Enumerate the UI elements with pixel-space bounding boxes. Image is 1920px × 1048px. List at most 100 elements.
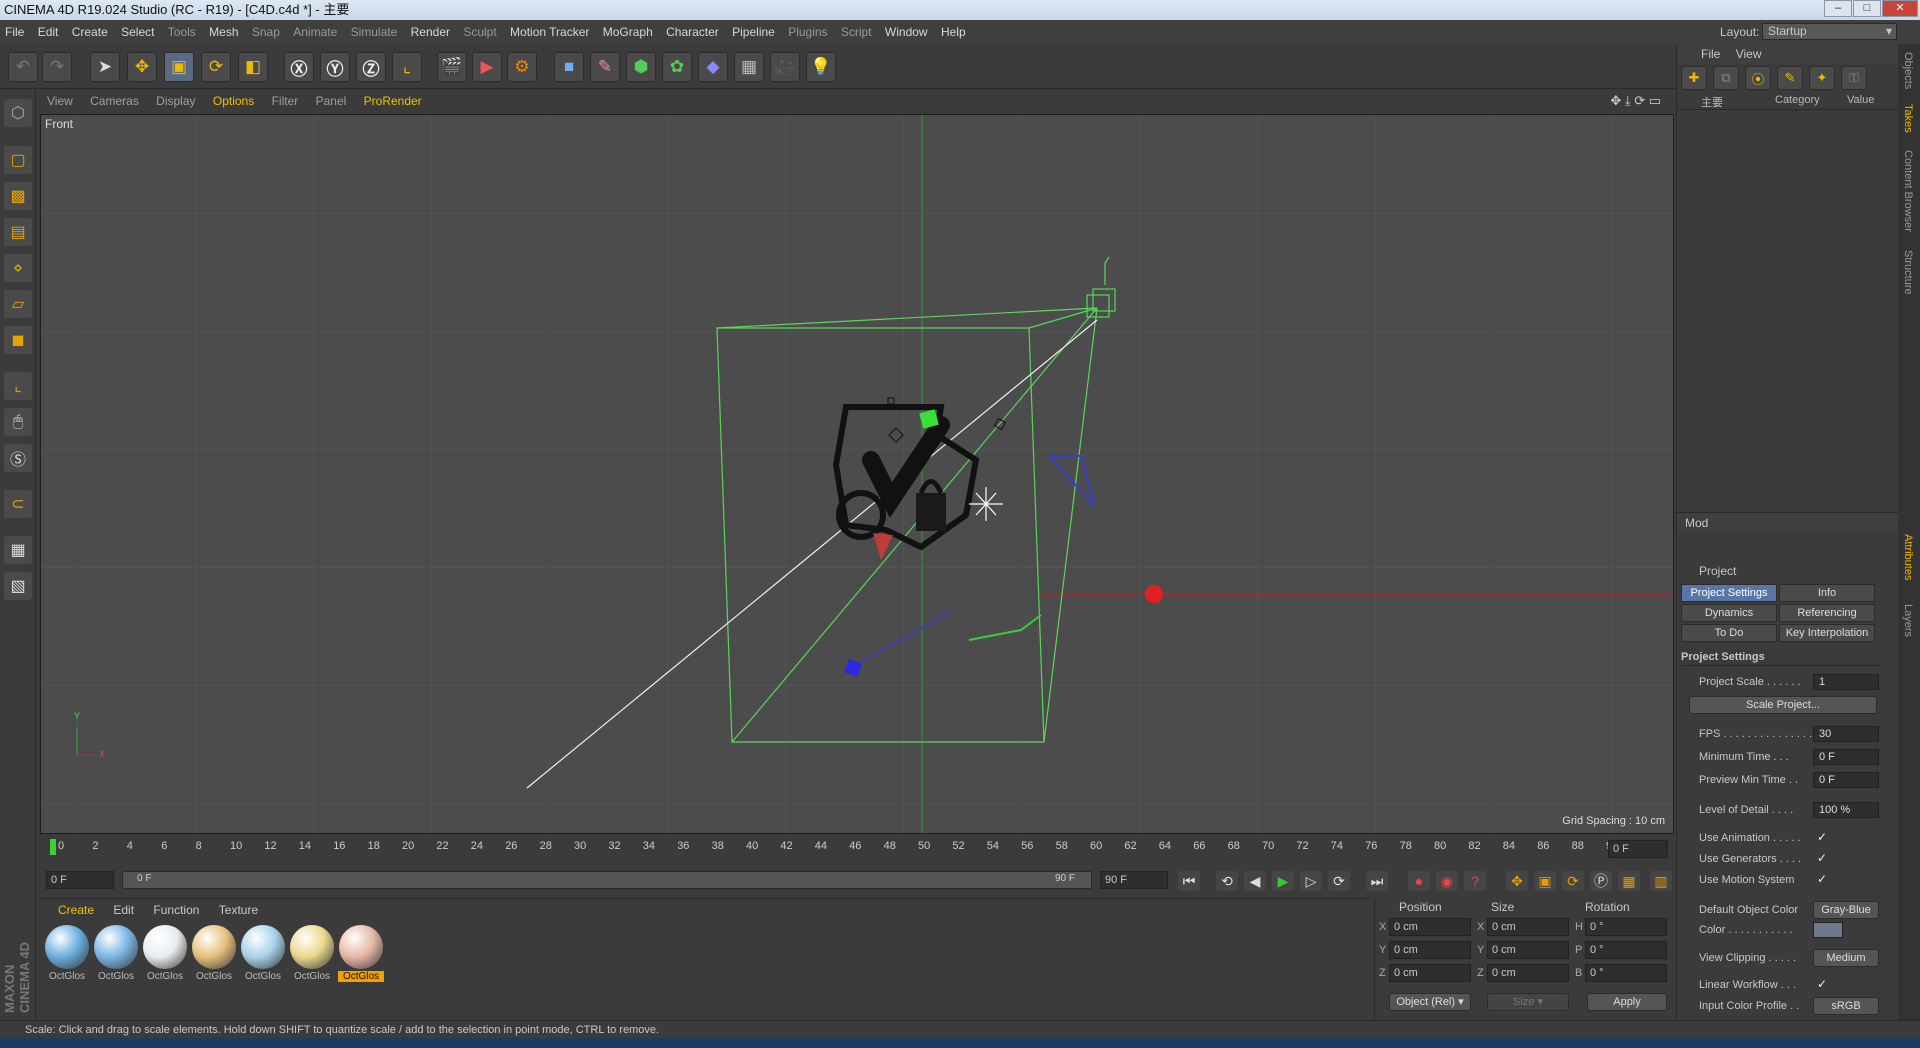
coord-pos-field[interactable]: 0 cm (1389, 964, 1471, 982)
range-end-field[interactable]: 90 F (1100, 871, 1168, 889)
coordinate-system-icon[interactable]: ⌞ (392, 52, 422, 82)
key-rotation-icon[interactable]: ⟳ (1562, 871, 1584, 891)
tab-to-do[interactable]: To Do (1681, 624, 1777, 642)
menu-character[interactable]: Character (666, 25, 719, 39)
use-generators-checkbox[interactable]: ✓ (1817, 851, 1827, 865)
side-tab-content-browser[interactable]: Content Browser (1902, 150, 1914, 232)
z-axis-icon[interactable]: Ⓩ (356, 52, 386, 82)
material-menu-texture[interactable]: Texture (219, 903, 258, 917)
menu-animate[interactable]: Animate (293, 25, 337, 39)
material-swatch[interactable]: OctGlos (240, 925, 286, 982)
side-tab-attributes[interactable]: Attributes (1902, 534, 1914, 580)
viewport-menu-filter[interactable]: Filter (272, 94, 299, 108)
use-motion-system-checkbox[interactable]: ✓ (1817, 872, 1827, 886)
menu-script[interactable]: Script (841, 25, 872, 39)
viewport-menu-prorender[interactable]: ProRender (364, 94, 422, 108)
key-pla-icon[interactable]: ▦ (1618, 871, 1640, 891)
take-lock-icon[interactable]: ⚿ (1841, 66, 1867, 90)
render-picture-viewer-icon[interactable]: ▶ (472, 52, 502, 82)
rotate-icon[interactable]: ⟳ (201, 52, 231, 82)
minimum-time-field[interactable]: 0 F (1813, 749, 1879, 765)
x-handle[interactable] (1145, 585, 1163, 603)
pen-spline-icon[interactable]: ✎ (590, 52, 620, 82)
floor-icon[interactable]: ▦ (734, 52, 764, 82)
menu-simulate[interactable]: Simulate (351, 25, 398, 39)
viewport-menu-display[interactable]: Display (156, 94, 195, 108)
take-add-icon[interactable]: ✚ (1681, 66, 1707, 90)
project-scale-field[interactable]: 1 (1813, 674, 1879, 690)
goto-start-icon[interactable]: ⏮ (1178, 871, 1200, 891)
current-frame-field[interactable]: 0 F (1608, 840, 1668, 858)
timeline-ruler[interactable]: 0 2 4 6 8 10 12 14 16 18 20 22 24 26 28 30 32 34 36 38 40 42 4… (40, 836, 1674, 860)
subdivision-icon[interactable]: ⬢ (626, 52, 656, 82)
range-start-field[interactable]: 0 F (46, 871, 114, 889)
menu-mesh[interactable]: Mesh (209, 25, 238, 39)
menu-plugins[interactable]: Plugins (788, 25, 827, 39)
material-swatch[interactable]: OctGlos (191, 925, 237, 982)
menu-tools[interactable]: Tools (168, 25, 196, 39)
camera-icon[interactable]: 🎥 (770, 52, 800, 82)
close-button[interactable]: ✕ (1882, 0, 1918, 17)
mograph-cloner-icon[interactable]: ✿ (662, 52, 692, 82)
menu-file[interactable]: File (5, 25, 24, 39)
take-auto-icon[interactable]: ✎ (1777, 66, 1803, 90)
tab-key-interpolation[interactable]: Key Interpolation (1779, 624, 1875, 642)
key-scale-icon[interactable]: ▣ (1534, 871, 1556, 891)
redo-icon[interactable]: ↷ (42, 52, 72, 82)
texture-mode-icon[interactable]: ▩ (4, 182, 32, 210)
tweak-icon[interactable]: 🖱 (4, 408, 32, 436)
coord-rot-field[interactable]: 0 ° (1585, 918, 1667, 936)
solo-icon[interactable]: Ⓢ (4, 444, 32, 472)
record-icon[interactable]: ● (1408, 871, 1430, 891)
coord-pos-field[interactable]: 0 cm (1389, 941, 1471, 959)
side-tab-objects[interactable]: Objects (1902, 52, 1914, 89)
use-animation-checkbox[interactable]: ✓ (1817, 830, 1827, 844)
default-object-color-select[interactable]: Gray-Blue (1813, 901, 1879, 919)
prev-frame-icon[interactable]: ◀ (1244, 871, 1266, 891)
coord-size-field[interactable]: 0 cm (1487, 941, 1569, 959)
prev-key-icon[interactable]: ⟲ (1216, 871, 1238, 891)
key-parameter-icon[interactable]: Ⓟ (1590, 871, 1612, 891)
menu-render[interactable]: Render (411, 25, 450, 39)
timeline-window-icon[interactable]: ▥ (1650, 871, 1672, 891)
y-axis-icon[interactable]: Ⓨ (320, 52, 350, 82)
tab-project-settings[interactable]: Project Settings (1681, 584, 1777, 602)
preview-min-time-field[interactable]: 0 F (1813, 772, 1879, 788)
model-mode-icon[interactable]: ▢ (4, 146, 32, 174)
level-of-detail-field[interactable]: 100 % (1813, 802, 1879, 818)
next-frame-icon[interactable]: ▷ (1300, 871, 1322, 891)
autokey-icon[interactable]: ◉ (1436, 871, 1458, 891)
menu-create[interactable]: Create (72, 25, 108, 39)
select-arrow-icon[interactable]: ➤ (90, 52, 120, 82)
scale-icon[interactable]: ▣ (164, 52, 194, 82)
menu-edit[interactable]: Edit (38, 25, 59, 39)
menu-window[interactable]: Window (885, 25, 928, 39)
move-icon[interactable]: ✥ (127, 52, 157, 82)
snap-magnet-icon[interactable]: ⊂ (4, 490, 32, 518)
undo-icon[interactable]: ↶ (8, 52, 38, 82)
viewport-menu-view[interactable]: View (47, 94, 73, 108)
material-menu-function[interactable]: Function (153, 903, 199, 917)
menu-snap[interactable]: Snap (252, 25, 280, 39)
menu-select[interactable]: Select (121, 25, 154, 39)
take-render-icon[interactable]: ✦ (1809, 66, 1835, 90)
render-view-icon[interactable]: 🎬 (437, 52, 467, 82)
color-swatch[interactable] (1813, 922, 1843, 938)
material-swatch[interactable]: OctGlos (338, 925, 384, 982)
light-icon[interactable]: 💡 (806, 52, 836, 82)
layout-select[interactable]: Startup ▾ (1762, 23, 1897, 40)
key-position-icon[interactable]: ✥ (1506, 871, 1528, 891)
goto-end-icon[interactable]: ⏭ (1366, 871, 1388, 891)
linear-workflow-checkbox[interactable]: ✓ (1817, 977, 1827, 991)
side-tab-takes[interactable]: Takes (1902, 104, 1914, 133)
minimize-button[interactable]: – (1824, 0, 1852, 17)
tab-info[interactable]: Info (1779, 584, 1875, 602)
coord-rot-field[interactable]: 0 ° (1585, 941, 1667, 959)
coord-size-select[interactable]: Size ▾ (1487, 993, 1569, 1011)
menu-motion-tracker[interactable]: Motion Tracker (510, 25, 589, 39)
x-axis-icon[interactable]: Ⓧ (284, 52, 314, 82)
cube-icon[interactable]: ■ (554, 52, 584, 82)
input-color-profile-select[interactable]: sRGB (1813, 997, 1879, 1015)
range-slider[interactable]: 0 F 90 F (122, 871, 1092, 889)
coord-rot-field[interactable]: 0 ° (1585, 964, 1667, 982)
